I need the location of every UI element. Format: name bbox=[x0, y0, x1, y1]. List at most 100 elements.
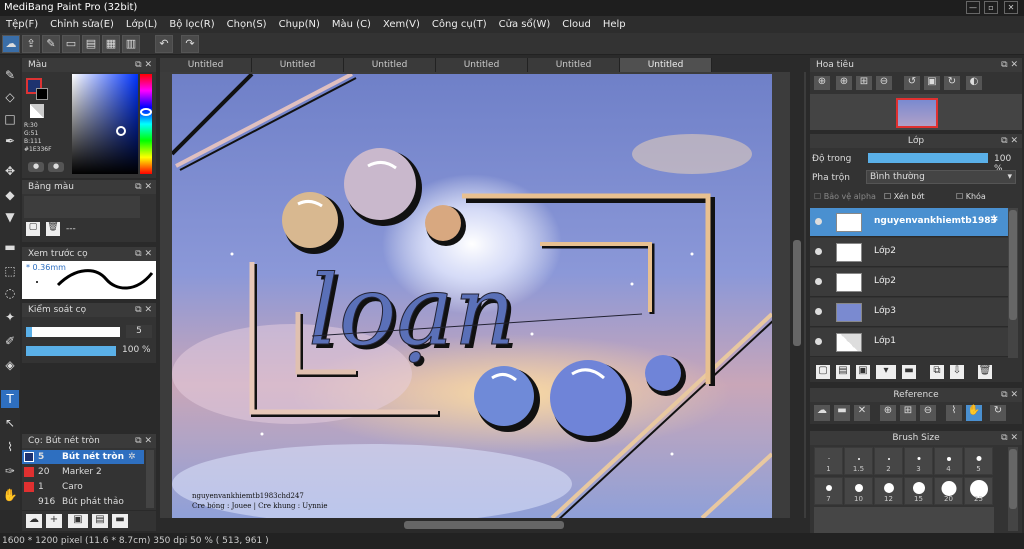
menu-cloud[interactable]: Cloud bbox=[556, 19, 597, 30]
horizontal-scrollbar[interactable] bbox=[160, 518, 806, 532]
brush-opacity-slider[interactable] bbox=[26, 346, 116, 356]
brush-size-value[interactable]: 5 bbox=[126, 325, 152, 338]
delete-layer-icon[interactable]: 🗑 bbox=[978, 365, 992, 379]
layer-row-nguyenvankhiemtb1983[interactable]: nguyenvankhiemtb1983 ✲ bbox=[810, 208, 1008, 237]
tab-untitled[interactable]: Untitled bbox=[436, 58, 528, 72]
delete-palette-icon[interactable]: 🗑 bbox=[46, 222, 60, 236]
message-icon[interactable]: ▭ bbox=[62, 35, 80, 53]
merge-down-icon[interactable]: ⇩ bbox=[950, 365, 964, 379]
lasso-tool-icon[interactable]: ◌ bbox=[1, 284, 19, 302]
cloud-brush-icon[interactable]: ☁ bbox=[26, 514, 42, 528]
select-pen-icon[interactable]: ✐ bbox=[1, 332, 19, 350]
brush-settings-icon[interactable]: ▤ bbox=[92, 514, 108, 528]
pen-tool-icon[interactable]: ✒ bbox=[1, 132, 19, 150]
menu-layer[interactable]: Lớp(L) bbox=[120, 19, 163, 30]
menu-edit[interactable]: Chỉnh sửa(E) bbox=[44, 19, 120, 30]
menu-select[interactable]: Chọn(S) bbox=[221, 19, 273, 30]
brush-size-cell[interactable]: 1 bbox=[814, 447, 843, 475]
duplicate-layer-icon[interactable]: ⧉ bbox=[930, 365, 944, 379]
brush-size-cell[interactable]: 20 bbox=[934, 477, 963, 505]
cloud-icon[interactable]: ☁ bbox=[2, 35, 20, 53]
navigator-thumbnail[interactable] bbox=[896, 98, 938, 128]
new-palette-icon[interactable]: ▢ bbox=[26, 222, 40, 236]
dropper-icon[interactable]: ✑ bbox=[1, 462, 19, 480]
panel-close-icon[interactable]: ⧉ ✕ bbox=[135, 434, 152, 448]
vertical-scrollbar[interactable] bbox=[790, 72, 804, 518]
layers-scrollbar[interactable] bbox=[1008, 208, 1018, 358]
menu-filter[interactable]: Bộ lọc(R) bbox=[163, 19, 220, 30]
gradient-tool-icon[interactable]: ▬ bbox=[1, 238, 19, 256]
bucket-tool-icon[interactable]: ▼ bbox=[1, 208, 19, 226]
zoom-in-icon[interactable]: ⊕ bbox=[836, 76, 852, 90]
hue-slider[interactable] bbox=[140, 74, 152, 174]
eraser-tool-icon[interactable]: ◇ bbox=[1, 88, 19, 106]
color-swap-button[interactable]: ● bbox=[48, 162, 64, 172]
brush-size-more-row[interactable] bbox=[814, 507, 994, 533]
sub-color-swatch[interactable] bbox=[36, 88, 48, 100]
new-halftone-layer-icon[interactable]: ▤ bbox=[836, 365, 850, 379]
brush-size-cell[interactable]: 1.5 bbox=[844, 447, 873, 475]
tab-untitled[interactable]: Untitled bbox=[528, 58, 620, 72]
panel-close-icon[interactable]: ⧉ ✕ bbox=[1001, 388, 1018, 402]
zoom-in-icon[interactable]: ⊕ bbox=[880, 405, 896, 421]
brush-tool-icon[interactable]: ✎ bbox=[1, 66, 19, 84]
operation-tool-icon[interactable]: ↖ bbox=[1, 414, 19, 432]
visibility-icon[interactable] bbox=[815, 338, 822, 345]
layer-opacity-slider[interactable] bbox=[868, 153, 988, 163]
brush-item[interactable]: 5 Bút nét tròn ✲ bbox=[22, 450, 144, 464]
menu-color[interactable]: Màu (C) bbox=[326, 19, 377, 30]
tab-untitled[interactable]: Untitled bbox=[252, 58, 344, 72]
maximize-button[interactable]: ▫ bbox=[984, 1, 998, 14]
brush-size-cell[interactable]: 2 bbox=[874, 447, 903, 475]
palette-area[interactable] bbox=[24, 196, 140, 218]
brush-folder-icon[interactable]: ▬ bbox=[112, 514, 128, 528]
panel-close-icon[interactable]: ⧉ ✕ bbox=[135, 180, 152, 194]
visibility-icon[interactable] bbox=[815, 278, 822, 285]
magic-wand-icon[interactable]: ✦ bbox=[1, 308, 19, 326]
brush-item[interactable]: 1 Caro bbox=[22, 480, 144, 494]
eyedropper-icon[interactable]: ⌇ bbox=[1, 438, 19, 456]
rotate-left-icon[interactable]: ↺ bbox=[904, 76, 920, 90]
brush-item[interactable]: 20 Marker 2 bbox=[22, 465, 144, 479]
brush-size-cell[interactable]: 10 bbox=[844, 477, 873, 505]
flip-icon[interactable]: ◐ bbox=[966, 76, 982, 90]
select-tool-icon[interactable]: ⬚ bbox=[1, 262, 19, 280]
actual-size-icon[interactable]: ▣ bbox=[924, 76, 940, 90]
select-eraser-icon[interactable]: ◈ bbox=[1, 356, 19, 374]
panels-icon[interactable]: ▥ bbox=[122, 35, 140, 53]
cloud-icon[interactable]: ☁ bbox=[814, 405, 830, 421]
zoom-out-icon[interactable]: ⊖ bbox=[876, 76, 892, 90]
rotate-icon[interactable]: ↻ bbox=[990, 405, 1006, 421]
brush-item[interactable]: 916 Bút phát thảo bbox=[22, 495, 144, 509]
brush-size-cell[interactable]: 4 bbox=[934, 447, 963, 475]
artwork-canvas[interactable]: loạn loạn nguyenvankhiemtb1983chd247 Cre… bbox=[172, 74, 772, 518]
hand-tool-icon[interactable]: ✋ bbox=[1, 486, 19, 504]
transparent-swatch[interactable] bbox=[30, 104, 44, 118]
tab-untitled-active[interactable]: Untitled bbox=[620, 58, 712, 72]
protect-alpha-checkbox[interactable]: ☐ Bảo vệ alpha bbox=[814, 192, 876, 201]
grid-icon[interactable]: ▦ bbox=[102, 35, 120, 53]
add-brush-menu-icon[interactable]: ▣ bbox=[68, 514, 88, 528]
panel-close-icon[interactable]: ⧉ ✕ bbox=[135, 303, 152, 317]
share-icon[interactable]: ⇪ bbox=[22, 35, 40, 53]
zoom-fit-icon[interactable]: ⊕ bbox=[814, 76, 830, 90]
move-tool-icon[interactable]: ✥ bbox=[1, 162, 19, 180]
minimize-button[interactable]: — bbox=[966, 1, 980, 14]
menu-window[interactable]: Cửa sổ(W) bbox=[493, 19, 557, 30]
eyedropper-icon[interactable]: ⌇ bbox=[946, 405, 962, 421]
layer-row-lop2[interactable]: Lớp2 bbox=[810, 238, 1008, 267]
blend-mode-select[interactable]: Bình thường ▾ bbox=[866, 170, 1016, 184]
fill-tool-icon[interactable]: ◆ bbox=[1, 186, 19, 204]
rect-tool-icon[interactable]: □ bbox=[1, 110, 19, 128]
panel-close-icon[interactable]: ⧉ ✕ bbox=[1001, 431, 1018, 445]
panel-close-icon[interactable]: ⧉ ✕ bbox=[135, 247, 152, 261]
brush-size-cell[interactable]: 7 bbox=[814, 477, 843, 505]
brush-size-cell[interactable]: 12 bbox=[874, 477, 903, 505]
hand-icon[interactable]: ✋ bbox=[966, 405, 982, 421]
menu-file[interactable]: Tệp(F) bbox=[0, 19, 44, 30]
new-8bit-layer-icon[interactable]: ▣ bbox=[856, 365, 870, 379]
comment-icon[interactable]: ✎ bbox=[42, 35, 60, 53]
visibility-icon[interactable] bbox=[815, 248, 822, 255]
gear-icon[interactable]: ✲ bbox=[990, 214, 998, 225]
brush-size-slider[interactable] bbox=[26, 327, 120, 337]
